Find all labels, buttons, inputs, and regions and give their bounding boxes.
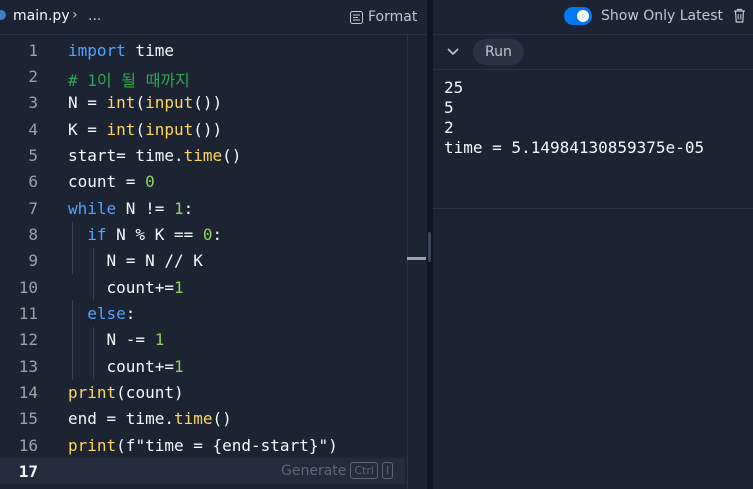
output-line: 5 [444,98,454,117]
line-number: 4 [28,120,38,139]
code-line[interactable]: import time [68,41,174,60]
generate-label: Generate [281,462,347,479]
code-line[interactable]: count+=1 [68,357,184,376]
line-number: 5 [28,146,38,165]
code-line[interactable]: else: [68,304,135,323]
code-line[interactable]: count+=1 [68,278,184,297]
line-number: 12 [18,330,38,349]
line-number: 13 [18,357,38,376]
python-file-icon [0,10,6,20]
output-line: 2 [444,118,454,137]
editor-scrollbar[interactable] [407,34,428,489]
line-number: 2 [28,67,38,86]
breadcrumb-file[interactable]: main.py [13,8,70,24]
line-number: 16 [18,436,38,455]
code-line[interactable]: print(count) [68,383,184,402]
code-line[interactable]: print(f"time = {end-start}") [68,436,338,455]
code-line[interactable]: N -= 1 [68,330,165,349]
breadcrumb-chevron-icon: › [72,7,78,23]
line-number: 6 [28,172,38,191]
line-number: 9 [28,251,38,270]
shortcut-key: Ctrl [350,462,378,479]
format-icon [350,10,363,24]
run-chip[interactable]: Run [473,39,524,65]
editor-header: main.py › ... Format [0,0,427,35]
code-editor[interactable]: main.py › ... Format 1 2 3 4 5 6 7 8 9 1… [0,0,427,489]
line-number: 11 [18,304,38,323]
breadcrumb-more[interactable]: ... [88,8,101,24]
toggle-label: Show Only Latest [601,8,724,24]
output-line: time = 5.14984130859375e-05 [444,138,705,157]
code-line[interactable]: if N % K == 0: [68,225,222,244]
line-number: 15 [18,409,38,428]
output-separator [433,208,753,209]
format-button[interactable]: Format [350,6,417,28]
generate-hint: Generate Ctrl I [281,462,394,479]
toggle-knob [577,10,589,22]
run-header: Run [433,35,753,70]
code-line[interactable]: K = int(input()) [68,120,222,139]
console-pane: Show Only Latest Run 25 5 2 time = 5.149… [433,0,753,489]
code-line[interactable]: N = int(input()) [68,93,222,112]
line-number-active: 17 [18,462,38,481]
code-line[interactable]: # 1이 될 때까지 [68,67,190,91]
show-only-latest-toggle[interactable] [564,7,592,25]
chevron-down-icon[interactable] [445,43,461,59]
pane-resize-handle[interactable] [428,232,431,262]
output-line: 25 [444,78,464,97]
code-line[interactable]: while N != 1: [68,199,193,218]
code-line[interactable]: start= time.time() [68,146,241,165]
format-label: Format [368,9,418,25]
line-number: 7 [28,199,38,218]
code-line[interactable]: end = time.time() [68,409,232,428]
line-number: 3 [28,93,38,112]
shortcut-key: I [381,462,394,479]
code-line[interactable]: count = 0 [68,172,155,191]
console-toolbar: Show Only Latest [433,0,753,35]
line-number: 10 [18,278,38,297]
run-label: Run [485,44,512,60]
line-number: 1 [28,41,38,60]
scrollbar-thumb[interactable] [407,257,426,260]
line-number: 8 [28,225,38,244]
code-line[interactable]: N = N // K [68,251,203,270]
trash-icon[interactable] [733,8,746,23]
line-number: 14 [18,383,38,402]
